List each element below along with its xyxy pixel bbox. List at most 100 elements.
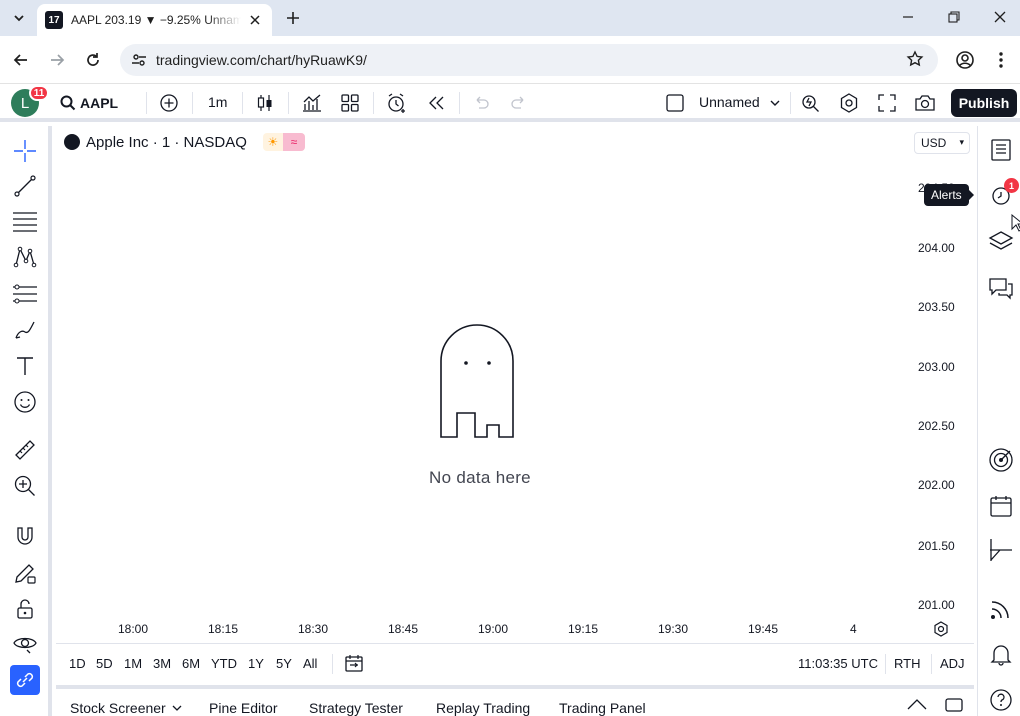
browser-tab[interactable]: 17 AAPL 203.19 ▼ −9.25% Unnamed [37,4,272,36]
range-divider [885,654,886,674]
tune-icon [132,54,146,66]
close-window-button[interactable] [977,0,1020,34]
chats-button[interactable] [987,274,1015,302]
templates-button[interactable] [339,92,361,114]
chart-top-toolbar: L 11 AAPL 1m Unnamed Publish [0,84,1020,122]
news-stream-button[interactable] [987,595,1015,623]
undo-button[interactable] [470,92,492,114]
new-tab-button[interactable] [281,6,305,30]
brush-icon [15,321,35,339]
currency-select[interactable]: USD ▾ [914,132,970,154]
tab-strategy-tester[interactable]: Strategy Tester [309,700,403,716]
snapshot-button[interactable] [914,92,936,114]
expand-panel-button[interactable] [906,697,928,711]
fullscreen-button[interactable] [876,92,898,114]
notifications-button[interactable] [987,640,1015,668]
sync-drawings-tool[interactable] [10,665,40,695]
tab-trading-panel[interactable]: Trading Panel [559,700,646,716]
target-icon [989,448,1013,472]
plus-circle-icon [160,94,178,112]
restore-icon [948,11,960,23]
range-button[interactable]: 1D [69,656,86,671]
close-tab-button[interactable] [246,11,264,29]
replay-button[interactable] [425,92,447,114]
hotlists-button[interactable] [987,446,1015,474]
session-toggle[interactable]: RTH [894,656,920,671]
create-alert-button[interactable] [386,92,408,114]
compare-symbol-button[interactable] [158,92,180,114]
trend-line-tool[interactable] [10,171,40,201]
toolbar-divider [242,92,243,114]
publish-button[interactable]: Publish [951,89,1017,117]
text-tool[interactable] [10,351,40,381]
range-button[interactable]: 5D [96,656,113,671]
brush-tool[interactable] [10,315,40,345]
icon-tool[interactable] [10,387,40,417]
hide-drawings-tool[interactable] [10,628,40,658]
chart-legend: Apple Inc · 1 · NASDAQ ☀ ≈ [64,133,305,151]
tab-list-button[interactable] [6,6,32,30]
forward-button[interactable] [45,48,69,72]
fib-tool[interactable] [10,206,40,236]
settings-button[interactable] [838,92,860,114]
range-button[interactable]: 1Y [248,656,264,671]
chart-pane[interactable]: Apple Inc · 1 · NASDAQ ☀ ≈ USD ▾ 204.50 … [56,126,974,640]
site-info-button[interactable] [128,49,150,71]
range-button[interactable]: 3M [153,656,171,671]
price-axis-label: 202.00 [918,478,955,492]
calendar-button[interactable] [987,492,1015,520]
lock-drawings-tool[interactable] [10,594,40,624]
stay-in-drawing-tool[interactable] [10,558,40,588]
measure-tool[interactable] [10,435,40,465]
reload-button[interactable] [81,48,105,72]
range-button[interactable]: YTD [211,656,237,671]
browser-menu-button[interactable] [989,48,1013,72]
restore-button[interactable] [931,0,977,34]
layout-toggle-button[interactable] [664,92,686,114]
alerts-count-badge: 1 [1004,178,1019,193]
address-bar[interactable]: tradingview.com/chart/hyRuawK9/ [120,44,938,76]
magnet-tool[interactable] [10,521,40,551]
utc-clock[interactable]: 11:03:35 UTC [798,656,878,671]
chevron-up-icon [907,699,927,710]
redo-button[interactable] [508,92,530,114]
range-button[interactable]: 5Y [276,656,292,671]
notification-badge: 11 [29,85,49,101]
watchlist-button[interactable] [987,136,1015,164]
help-button[interactable] [987,686,1015,714]
tab-stock-screener[interactable]: Stock Screener [70,700,182,716]
range-button[interactable]: 6M [182,656,200,671]
apple-logo-icon [64,134,80,150]
chart-type-button[interactable] [254,92,276,114]
tab-replay-trading[interactable]: Replay Trading [436,700,530,716]
adjust-toggle[interactable]: ADJ [940,656,965,671]
pattern-tool[interactable] [10,242,40,272]
indicators-button[interactable] [301,92,323,114]
back-button[interactable] [9,48,33,72]
range-button[interactable]: 1M [124,656,142,671]
axis-settings-button[interactable] [932,620,950,638]
chevron-down-icon: ▾ [959,137,964,147]
legend-title[interactable]: Apple Inc · 1 · NASDAQ [86,134,247,151]
zoom-in-tool[interactable] [10,471,40,501]
options-button[interactable] [987,536,1015,564]
crosshair-tool[interactable] [10,136,40,166]
market-status-badge[interactable]: ☀ ≈ [262,133,305,151]
time-axis-label: 19:30 [658,622,689,636]
range-button[interactable]: All [303,656,317,671]
url-text: tradingview.com/chart/hyRuawK9/ [156,52,367,68]
profile-button[interactable] [953,48,977,72]
prediction-tool[interactable] [10,279,40,309]
tab-pine-editor[interactable]: Pine Editor [209,700,277,716]
minimize-button[interactable] [885,0,931,34]
tradingview-favicon-icon: 17 [45,11,63,29]
symbol-search-button[interactable]: AAPL [60,92,118,114]
symbol-label: AAPL [80,95,119,111]
bookmark-star-button[interactable] [906,50,924,68]
go-to-date-button[interactable] [344,653,364,673]
interval-button[interactable]: 1m [208,94,227,110]
quick-search-button[interactable] [800,92,822,114]
maximize-panel-button[interactable] [944,697,964,713]
layout-menu-button[interactable] [764,92,786,114]
layout-name[interactable]: Unnamed [699,94,760,110]
